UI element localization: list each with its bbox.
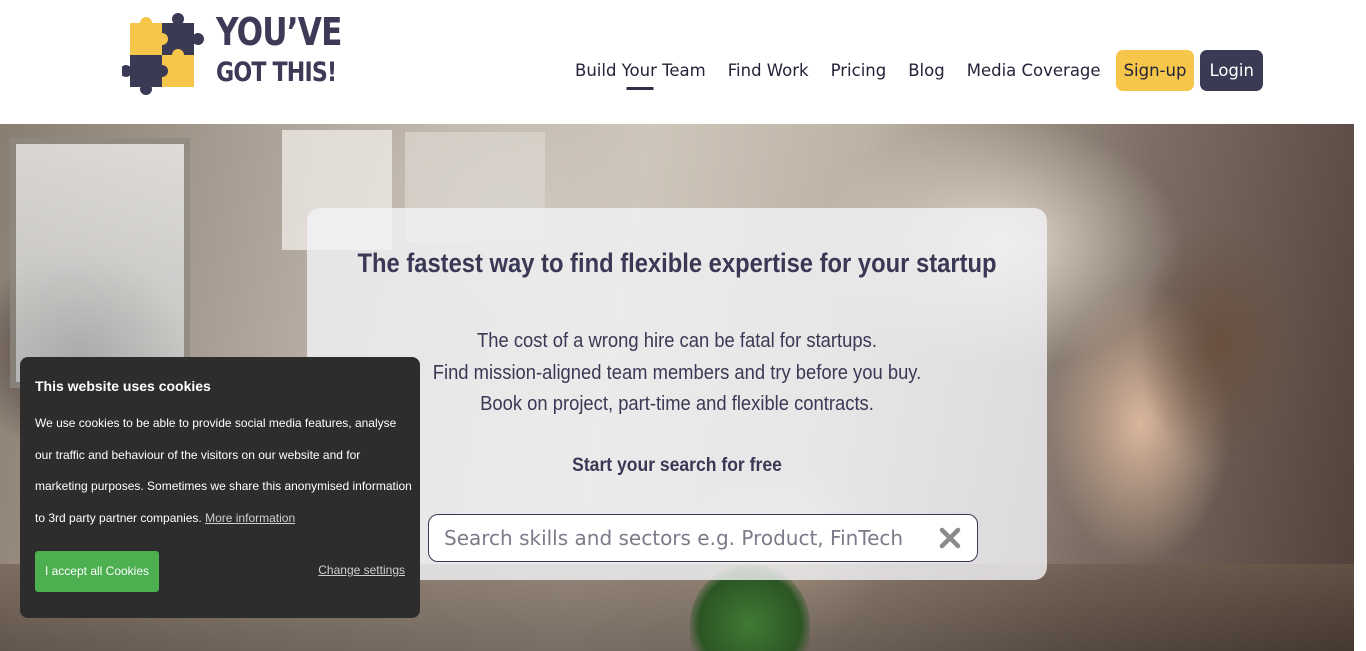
more-information-link[interactable]: More information	[205, 511, 295, 525]
hero-title: The fastest way to find flexible experti…	[357, 248, 997, 278]
puzzle-logo-icon	[122, 13, 204, 95]
logo-text: YOU’VE GOT THIS!	[216, 13, 369, 86]
signup-button[interactable]: Sign-up	[1115, 50, 1195, 91]
logo[interactable]: YOU’VE GOT THIS!	[122, 9, 342, 95]
nav-blog[interactable]: Blog	[908, 61, 944, 80]
main-nav: Build Your Team Find Work Pricing Blog M…	[564, 50, 1263, 91]
cookie-banner-text: We use cookies to be able to provide soc…	[35, 408, 415, 534]
close-icon[interactable]	[923, 515, 977, 561]
accept-cookies-button[interactable]: I accept all Cookies	[35, 551, 159, 592]
cookie-banner-body: We use cookies to be able to provide soc…	[35, 416, 412, 525]
cookie-banner: This website uses cookies We use cookies…	[20, 357, 420, 618]
logo-line-2: GOT THIS!	[216, 57, 337, 88]
change-settings-link[interactable]: Change settings	[318, 563, 405, 577]
hero-background-window	[10, 138, 190, 388]
search-cta-label: Start your search for free	[572, 454, 782, 476]
hero-description-line-3: Book on project, part-time and flexible …	[480, 393, 874, 415]
hero-description-line-2: Find mission-aligned team members and tr…	[432, 361, 922, 384]
nav-find-work[interactable]: Find Work	[728, 61, 809, 80]
site-header: YOU’VE GOT THIS! Build Your Team Find Wo…	[0, 0, 1366, 124]
search-box	[428, 514, 978, 562]
login-button[interactable]: Login	[1200, 50, 1263, 91]
nav-build-your-team[interactable]: Build Your Team	[575, 61, 706, 80]
cookie-banner-title: This website uses cookies	[35, 378, 211, 394]
search-input[interactable]	[429, 515, 923, 561]
logo-line-1: YOU’VE	[216, 10, 342, 54]
nav-pricing[interactable]: Pricing	[831, 61, 887, 80]
hero-description-line-1: The cost of a wrong hire can be fatal fo…	[477, 330, 877, 352]
nav-media-coverage[interactable]: Media Coverage	[967, 61, 1101, 80]
